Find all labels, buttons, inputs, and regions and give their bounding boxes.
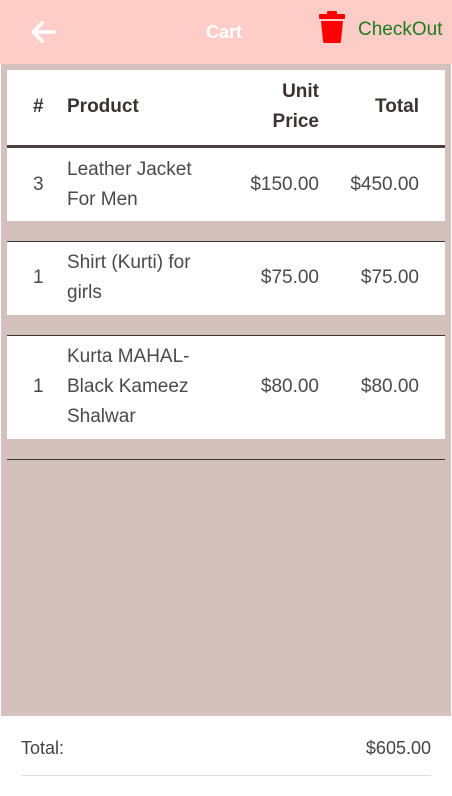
row-unit-price: $80.00	[260, 376, 319, 397]
table-header: # Product Unit Price Total	[7, 70, 445, 148]
column-header-unit-price: Unit Price	[273, 77, 319, 137]
cart-table-area: # Product Unit Price Total 3 Leather Jac…	[1, 64, 451, 716]
column-header-unit-price-line2: Price	[272, 111, 319, 132]
column-header-total: Total	[375, 96, 419, 117]
row-total: $450.00	[350, 174, 419, 195]
checkout-button[interactable]: CheckOut	[358, 18, 442, 42]
footer-divider	[21, 775, 431, 776]
row-product-line: Shalwar	[67, 406, 136, 427]
row-qty: 1	[33, 267, 44, 288]
trash-icon	[319, 11, 345, 43]
row-total: $80.00	[360, 376, 419, 397]
column-header-unit-price-line1: Unit	[282, 81, 319, 102]
row-product: Shirt (Kurti) for girls	[67, 248, 217, 308]
row-product-line: Leather Jacket	[67, 159, 192, 180]
row-unit-price: $150.00	[250, 174, 319, 195]
column-header-num: #	[33, 96, 44, 117]
row-unit-price: $75.00	[260, 267, 319, 288]
table-row[interactable]: 1 Kurta MAHAL- Black Kameez Shalwar $80.…	[7, 336, 445, 439]
cart-footer: Total: $605.00	[0, 716, 452, 796]
table-row[interactable]: 1 Shirt (Kurti) for girls $75.00 $75.00	[7, 242, 445, 315]
row-product-line: Shirt (Kurti) for	[67, 252, 191, 273]
app-header: Cart CheckOut	[0, 0, 452, 64]
row-total: $75.00	[360, 267, 419, 288]
row-product-line: Black Kameez	[67, 376, 189, 397]
row-product-line: For Men	[67, 189, 138, 210]
row-product: Kurta MAHAL- Black Kameez Shalwar	[67, 342, 217, 432]
row-product-line: Kurta MAHAL-	[67, 346, 190, 367]
row-product-line: girls	[67, 282, 102, 303]
table-bottom-divider	[7, 459, 445, 460]
row-qty: 1	[33, 376, 44, 397]
total-value: $605.00	[365, 738, 431, 758]
page-title: Cart	[206, 22, 243, 42]
row-product: Leather Jacket For Men	[67, 155, 217, 215]
table-row[interactable]: 3 Leather Jacket For Men $150.00 $450.00	[7, 148, 445, 221]
back-button[interactable]	[28, 16, 60, 48]
total-label: Total:	[21, 738, 65, 758]
arrow-left-icon	[31, 21, 56, 43]
clear-cart-button[interactable]	[318, 11, 346, 43]
column-header-product: Product	[67, 96, 139, 117]
row-qty: 3	[33, 174, 44, 195]
cart-screen: Cart CheckOut # Product Unit Price Total…	[0, 0, 452, 796]
